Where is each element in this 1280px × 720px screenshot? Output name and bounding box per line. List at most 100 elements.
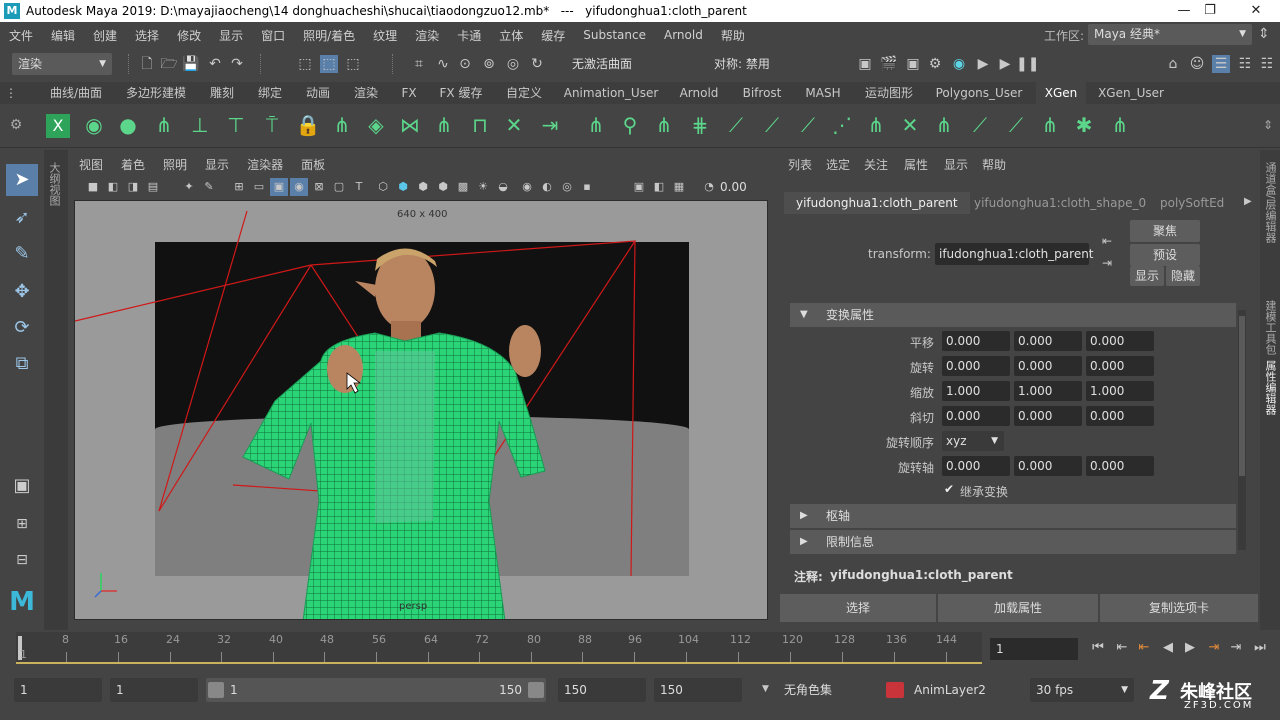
character-model[interactable]: [242, 248, 546, 620]
character-set-dropdown[interactable]: 无角色集: [778, 678, 874, 702]
go-to-start-icon[interactable]: ⏮: [1088, 638, 1108, 658]
rotate-y-field[interactable]: 0.000: [1014, 356, 1082, 376]
exposure-field[interactable]: 0.00: [720, 178, 762, 196]
rebuild-guide-icon[interactable]: ✕: [500, 110, 528, 140]
freeze-brush-icon[interactable]: ✱: [1070, 110, 1098, 140]
grease-pencil-icon[interactable]: ✎: [200, 178, 218, 196]
panel-menu-view[interactable]: 视图: [70, 156, 112, 173]
tab-xgen-user[interactable]: XGen_User: [1092, 82, 1170, 104]
guide-shape-icon[interactable]: ⊓: [466, 110, 494, 140]
ae-scrollbar[interactable]: [1238, 310, 1246, 550]
xray-joints-icon[interactable]: ▦: [670, 178, 688, 196]
select-brush-icon[interactable]: ⋔: [1106, 110, 1134, 140]
rotate-order-dropdown[interactable]: xyz ▼: [942, 431, 1004, 451]
load-attributes-button[interactable]: 加载属性: [938, 594, 1098, 622]
gate-mask-icon[interactable]: ◉: [290, 178, 308, 196]
attribute-editor-icon[interactable]: ☷: [1236, 55, 1254, 73]
arnold-ipr-icon[interactable]: ▶: [996, 55, 1014, 73]
symmetry-dropdown[interactable]: 对称: 禁用: [708, 53, 804, 75]
sculpt-guide-icon[interactable]: ⍑: [258, 110, 286, 140]
safe-action-icon[interactable]: ▢: [330, 178, 348, 196]
maximize-icon[interactable]: ❐: [1190, 0, 1230, 22]
menu-toon[interactable]: 卡通: [448, 27, 490, 44]
tab-bifrost[interactable]: Bifrost: [734, 82, 790, 104]
step-forward-key-icon[interactable]: ⇥: [1226, 638, 1246, 658]
menu-file[interactable]: 文件: [0, 27, 42, 44]
shadows-icon[interactable]: ◒: [494, 178, 512, 196]
panel-menu-renderer[interactable]: 渲染器: [238, 156, 292, 173]
current-frame-field[interactable]: 1: [990, 638, 1078, 660]
film-gate-icon[interactable]: ▭: [250, 178, 268, 196]
exposure-icon[interactable]: ◔: [700, 178, 718, 196]
tab-mash[interactable]: MASH: [796, 82, 850, 104]
select-button[interactable]: 选择: [780, 594, 936, 622]
tab-xgen[interactable]: XGen: [1036, 82, 1086, 104]
rotate-axis-y-field[interactable]: 0.000: [1014, 456, 1082, 476]
rotate-z-field[interactable]: 0.000: [1086, 356, 1154, 376]
live-surface-field[interactable]: 无激活曲面: [566, 53, 662, 75]
open-scene-icon[interactable]: 🗁: [160, 55, 178, 73]
scale-tool-icon[interactable]: ⧉: [6, 348, 38, 380]
menu-texturing[interactable]: 纹理: [364, 27, 406, 44]
ae-menu-help[interactable]: 帮助: [982, 156, 1006, 173]
shelf-scroll-icon[interactable]: ⇕: [1254, 110, 1280, 140]
paint-select-icon[interactable]: ✎: [6, 238, 38, 270]
render-current-icon[interactable]: 🎬: [880, 55, 898, 73]
camera-attrs-icon[interactable]: ◧: [104, 178, 122, 196]
menu-modify[interactable]: 修改: [168, 27, 210, 44]
grid-icon[interactable]: ⊞: [230, 178, 248, 196]
translate-y-field[interactable]: 0.000: [1014, 331, 1082, 351]
step-back-key-icon[interactable]: ⇤: [1112, 638, 1132, 658]
groom-brush-icon[interactable]: ⚲: [616, 110, 644, 140]
lasso-tool-icon[interactable]: ➶: [6, 202, 38, 234]
place-brush-icon[interactable]: ⋕: [686, 110, 714, 140]
play-backwards-icon[interactable]: ◀: [1158, 638, 1178, 658]
snap-point-icon[interactable]: ⊙: [456, 55, 474, 73]
focus-button[interactable]: 聚焦: [1130, 220, 1200, 242]
menu-stereo[interactable]: 立体: [490, 27, 532, 44]
menu-scroll-icon[interactable]: ⇕: [1258, 26, 1270, 42]
grow-guide-icon[interactable]: ⋔: [328, 110, 356, 140]
focus-input-icon[interactable]: ⇤: [1102, 234, 1112, 248]
rotate-tool-icon[interactable]: ⟳: [6, 312, 38, 344]
range-slider[interactable]: 1 150: [206, 678, 546, 702]
save-scene-icon[interactable]: 💾: [182, 55, 200, 73]
character-set-chevron-icon[interactable]: ▼: [762, 684, 769, 694]
time-ruler[interactable]: 1 8 16 24 32 40 48 56 64 72 80 88 96 104…: [16, 632, 982, 664]
ipr-render-icon[interactable]: ▣: [904, 55, 922, 73]
tab-custom[interactable]: 自定义: [496, 82, 552, 104]
hide-button[interactable]: 隐藏: [1166, 266, 1200, 286]
viewport-persp[interactable]: 640 x 400 persp: [74, 200, 768, 620]
shear-z-field[interactable]: 0.000: [1086, 406, 1154, 426]
smooth-brush-icon[interactable]: ✕: [896, 110, 924, 140]
lock-guide-icon[interactable]: 🔒: [294, 110, 322, 140]
ae-menu-focus[interactable]: 关注: [864, 156, 888, 173]
hypershade-icon[interactable]: ◉: [950, 55, 968, 73]
modeling-toolkit-icon[interactable]: ⌂: [1164, 55, 1182, 73]
tab-fx-caching[interactable]: FX 缓存: [430, 82, 492, 104]
cut-brush-icon[interactable]: ⟋: [758, 110, 786, 140]
clump-brush-icon[interactable]: ⟋: [966, 110, 994, 140]
ae-menu-attributes[interactable]: 属性: [904, 156, 928, 173]
side-tab-channel-box[interactable]: 通道盒/层编辑器: [1262, 162, 1278, 243]
layer-guide-icon[interactable]: ◈: [362, 110, 390, 140]
tab-cloth-shape[interactable]: yifudonghua1:cloth_shape_0: [962, 192, 1158, 214]
presets-button[interactable]: 预设: [1130, 244, 1200, 266]
side-tab-attribute-editor[interactable]: 属性编辑器: [1262, 360, 1278, 415]
width-brush-icon[interactable]: ⟋: [794, 110, 822, 140]
tab-polysofted[interactable]: polySoftEd: [1148, 192, 1236, 214]
range-end-handle[interactable]: [528, 682, 544, 698]
snap-view-icon[interactable]: ⊚: [480, 55, 498, 73]
section-transform-attributes[interactable]: ▼ 变换属性: [790, 303, 1236, 327]
tab-polygons-user[interactable]: Polygons_User: [928, 82, 1030, 104]
menu-display[interactable]: 显示: [210, 27, 252, 44]
interactive-groom-icon[interactable]: ⋔: [582, 110, 610, 140]
shear-y-field[interactable]: 0.000: [1014, 406, 1082, 426]
xray-icon[interactable]: ◧: [650, 178, 668, 196]
snap-curve-icon[interactable]: ∿: [434, 55, 452, 73]
side-pane-icon[interactable]: ⊟: [6, 544, 38, 576]
xgen-editor-icon[interactable]: X: [46, 114, 70, 138]
four-pane-icon[interactable]: ⊞: [6, 508, 38, 540]
textured-icon[interactable]: ⬢: [434, 178, 452, 196]
tab-animation-user[interactable]: Animation_User: [558, 82, 664, 104]
